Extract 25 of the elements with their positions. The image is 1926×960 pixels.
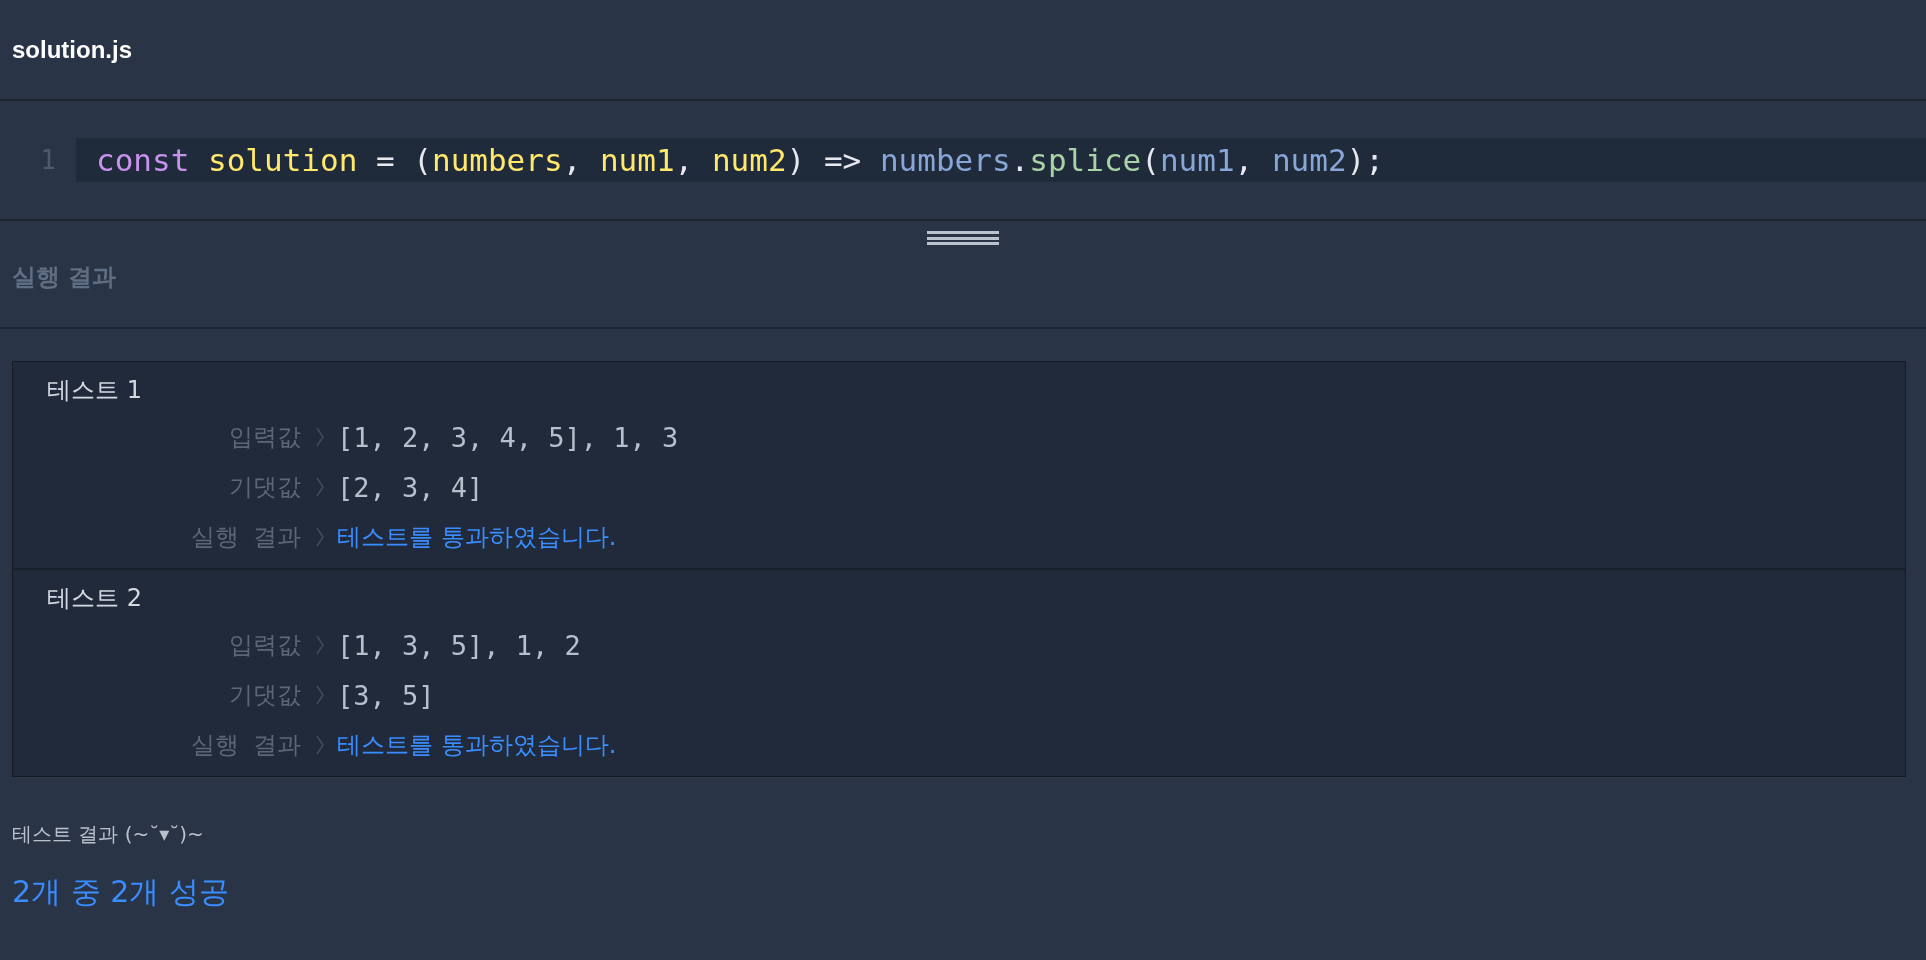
chevron-icon [315, 684, 325, 706]
row-label: 실행 결과 [190, 730, 301, 761]
chevron-icon [315, 634, 325, 656]
test-title: 테스트 2 [46, 583, 143, 614]
result-text: 테스트를 통과하였습니다. [337, 730, 617, 761]
resize-handle-icon[interactable] [927, 229, 999, 247]
file-title: solution.js [12, 35, 132, 64]
chevron-icon [315, 426, 325, 448]
row-label: 입력값 [228, 422, 301, 453]
test-title: 테스트 1 [46, 375, 143, 406]
value-text: [1, 3, 5], 1, 2 [337, 629, 581, 661]
section-title: 실행 결과 [12, 262, 117, 293]
value-text: [3, 5] [337, 679, 435, 711]
row-label: 기댓값 [228, 680, 301, 711]
value-text: [2, 3, 4] [337, 471, 484, 503]
chevron-icon [315, 734, 325, 756]
summary-heading: 테스트 결과 (~˘▾˘)~ [12, 821, 205, 848]
value-text: [1, 2, 3, 4, 5], 1, 3 [337, 421, 679, 453]
row-label: 기댓값 [228, 472, 301, 503]
row-label: 입력값 [228, 630, 301, 661]
row-label: 실행 결과 [190, 522, 301, 553]
summary-result: 2개 중 2개 성공 [12, 873, 230, 911]
chevron-icon [315, 476, 325, 498]
chevron-icon [315, 526, 325, 548]
result-text: 테스트를 통과하였습니다. [337, 522, 617, 553]
